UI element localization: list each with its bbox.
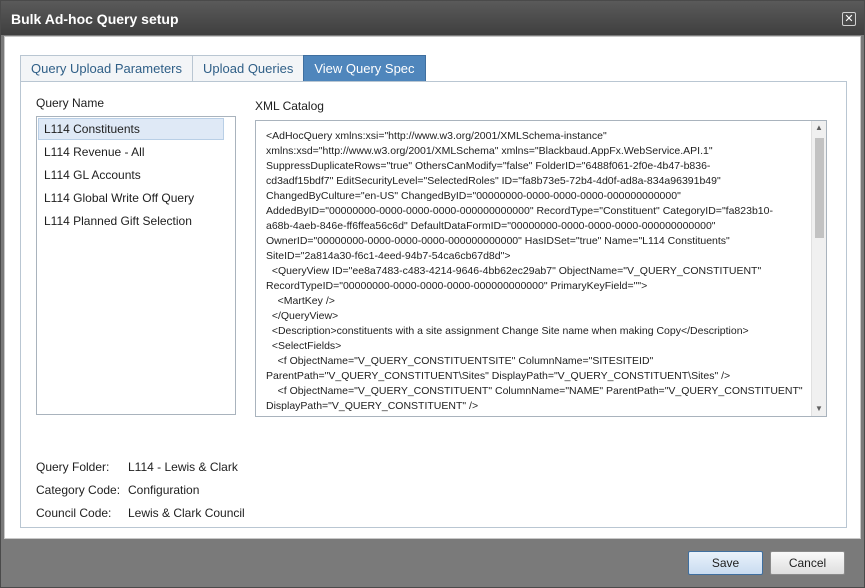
bulk-query-dialog: Bulk Ad-hoc Query setup ✕ Query Upload P…: [0, 0, 865, 588]
dialog-title: Bulk Ad-hoc Query setup: [11, 11, 179, 27]
title-bar[interactable]: Bulk Ad-hoc Query setup ✕: [1, 1, 864, 35]
tab-view-query-spec[interactable]: View Query Spec: [303, 55, 426, 82]
tab-upload-queries[interactable]: Upload Queries: [192, 55, 305, 82]
xml-catalog-label: XML Catalog: [255, 99, 324, 113]
council-code-value: Lewis & Clark Council: [128, 506, 245, 520]
tab-strip: Query Upload Parameters Upload Queries V…: [20, 55, 426, 82]
scroll-down-icon[interactable]: ▼: [812, 402, 826, 416]
category-code-label: Category Code:: [36, 483, 121, 497]
tab-query-upload-parameters[interactable]: Query Upload Parameters: [20, 55, 194, 82]
query-folder-label: Query Folder:: [36, 460, 110, 474]
scroll-thumb[interactable]: [815, 138, 824, 238]
view-query-spec-panel: Query Name L114 Constituents L114 Revenu…: [20, 81, 847, 528]
category-code-value: Configuration: [128, 483, 200, 497]
save-button[interactable]: Save: [688, 551, 763, 575]
scroll-up-icon[interactable]: ▲: [812, 121, 826, 135]
xml-catalog-textbox[interactable]: <AdHocQuery xmlns:xsi="http://www.w3.org…: [255, 120, 827, 417]
dialog-footer: Save Cancel: [1, 541, 864, 587]
list-item[interactable]: L114 Global Write Off Query: [38, 187, 224, 209]
xml-scrollbar[interactable]: ▲ ▼: [811, 121, 826, 416]
council-code-label: Council Code:: [36, 506, 112, 520]
query-name-list[interactable]: L114 Constituents L114 Revenue - All L11…: [36, 116, 236, 415]
xml-catalog-content[interactable]: <AdHocQuery xmlns:xsi="http://www.w3.org…: [266, 129, 806, 414]
cancel-button[interactable]: Cancel: [770, 551, 845, 575]
list-item[interactable]: L114 Planned Gift Selection: [38, 210, 224, 232]
dialog-content: Query Upload Parameters Upload Queries V…: [4, 36, 861, 539]
query-name-label: Query Name: [36, 96, 105, 110]
list-item[interactable]: L114 GL Accounts: [38, 164, 224, 186]
query-folder-value: L114 - Lewis & Clark: [128, 460, 238, 474]
list-item[interactable]: L114 Constituents: [38, 118, 224, 140]
list-item[interactable]: L114 Revenue - All: [38, 141, 224, 163]
close-icon[interactable]: ✕: [842, 12, 856, 26]
